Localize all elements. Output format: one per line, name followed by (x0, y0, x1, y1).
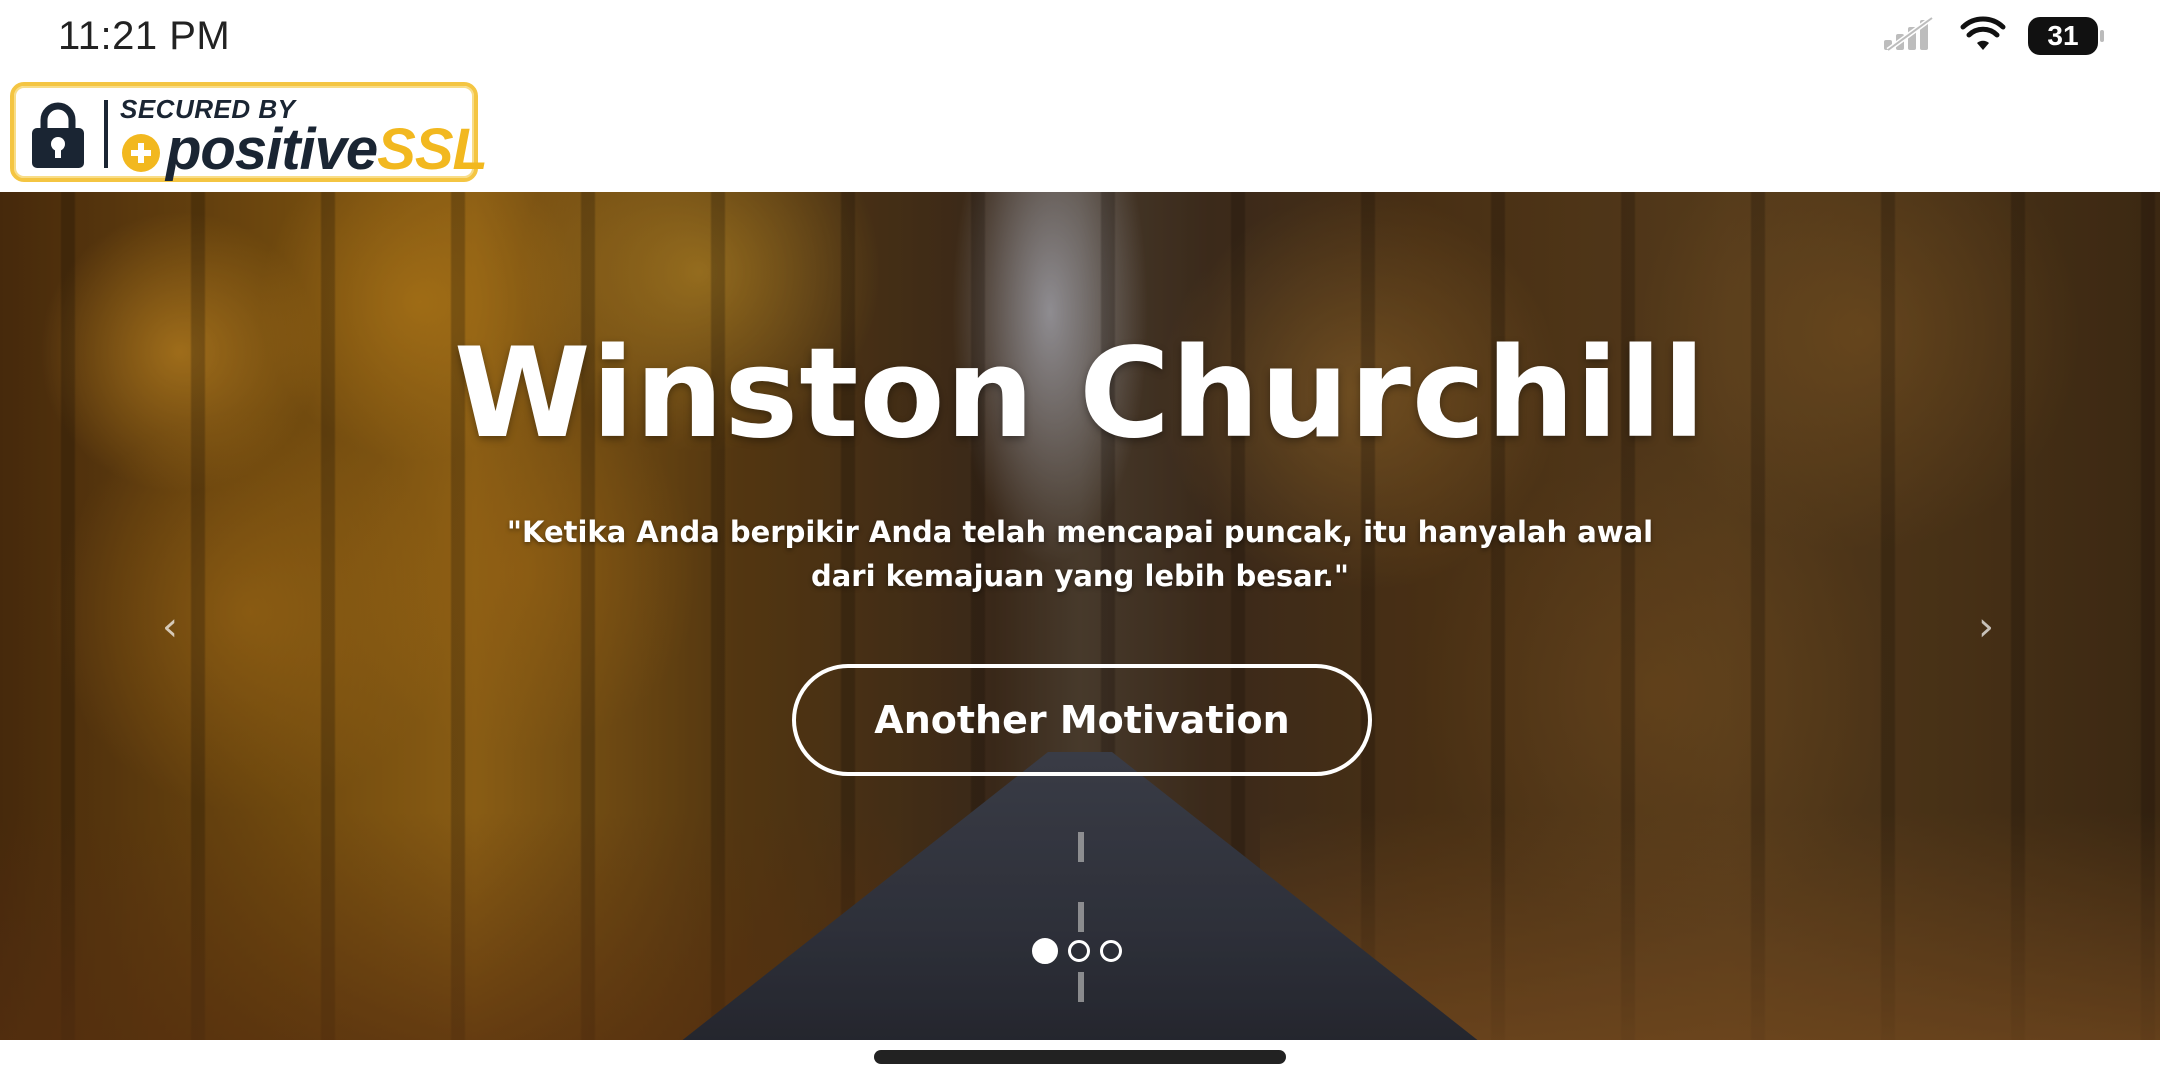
battery-level: 31 (2047, 20, 2079, 51)
ssl-brand-primary: positive (166, 117, 378, 182)
chevron-right-icon[interactable]: › (1978, 604, 1994, 650)
battery-icon: 31 (2028, 17, 2104, 55)
wifi-icon (1960, 16, 2006, 56)
quote-text: "Ketika Anda berpikir Anda telah mencapa… (506, 515, 1654, 593)
carousel-dot-3[interactable] (1100, 940, 1122, 962)
no-signal-icon (1882, 15, 1938, 56)
another-motivation-button[interactable]: Another Motivation (792, 664, 1372, 776)
home-indicator[interactable] (874, 1050, 1286, 1064)
status-time: 11:21 PM (58, 14, 231, 58)
carousel-dot-2[interactable] (1068, 940, 1090, 962)
bottom-gesture-bar (0, 1040, 2160, 1080)
status-bar: 11:21 PM 31 (0, 0, 2160, 74)
chevron-left-icon[interactable]: ‹ (162, 604, 178, 650)
ssl-brand-secondary: SSL (377, 117, 488, 182)
status-icons: 31 (1882, 15, 2104, 56)
carousel-indicators (1032, 938, 1122, 964)
quote-author-title: Winston Churchill (453, 322, 1707, 466)
ssl-brand: positiveSSL (166, 117, 488, 182)
ssl-divider (104, 100, 108, 168)
carousel-dot-1[interactable] (1032, 938, 1058, 964)
hero-carousel: Winston Churchill "Ketika Anda berpikir … (0, 192, 2160, 1040)
padlock-icon (32, 102, 84, 168)
ssl-badge[interactable]: SECURED BY positiveSSL (10, 82, 488, 182)
hero-overlay (0, 192, 2160, 1040)
plus-icon (122, 134, 160, 172)
